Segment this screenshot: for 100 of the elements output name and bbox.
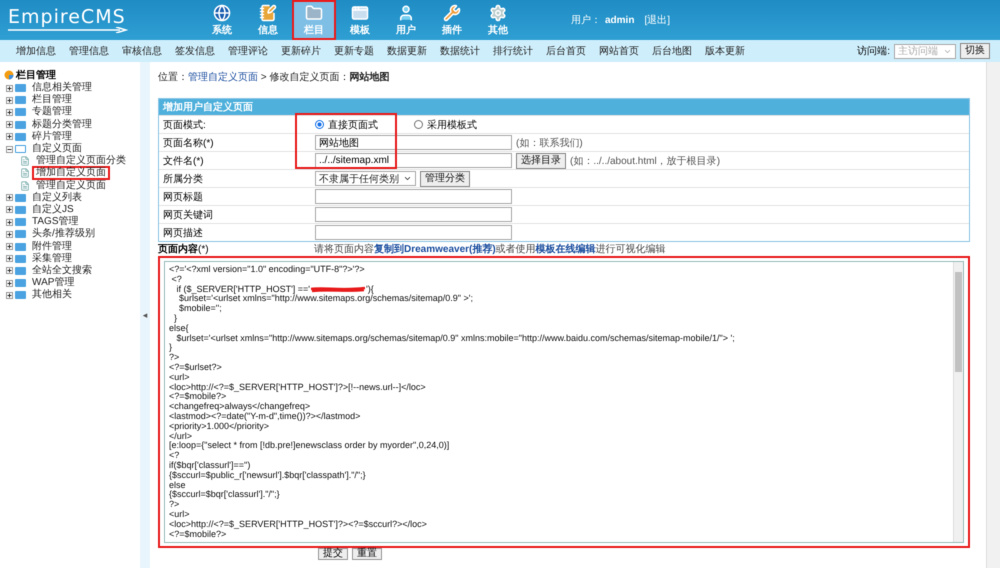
expand-icon[interactable] xyxy=(6,108,13,116)
page-icon xyxy=(20,180,30,191)
page-icon xyxy=(20,168,30,178)
tree-item[interactable]: 管理自定义页面 xyxy=(32,178,110,193)
toolbar-link[interactable]: 增加信息 xyxy=(16,44,56,58)
folder-icon xyxy=(15,132,26,141)
code-line: ?> xyxy=(169,352,180,362)
code-line: [e:loop={"select * from [!db.pre!]enewsclass order by myorder",0,24,0)] xyxy=(169,440,450,450)
tree-item[interactable]: 自定义列表 xyxy=(28,190,86,205)
expand-icon[interactable] xyxy=(6,292,13,299)
code-line: <?='<?xml version="1.0" encoding="UTF-8"?>'?> xyxy=(169,264,365,274)
radio-button[interactable] xyxy=(414,120,423,129)
expand-icon[interactable] xyxy=(6,121,13,128)
redaction-scribble-icon xyxy=(310,285,366,294)
form-title: 增加用户自定义页面 xyxy=(159,99,969,115)
code-line: if ($_SERVER['HTTP_HOST'] ==' xyxy=(176,284,310,294)
tree-item[interactable]: 附件管理 xyxy=(28,240,76,254)
code-line: $urlset='<urlset xmlns="http://www.sitemaps.org/schemas/sitemap/0.9" xmlns:mobile="http://www.baidu.com/schemas/sitemap-mobile/1/"> '; xyxy=(176,332,735,343)
text-field[interactable]: ../../sitemap.xml xyxy=(315,153,512,168)
dropdown-icon xyxy=(403,174,412,183)
toolbar-link[interactable]: 更新碎片 xyxy=(281,44,321,58)
expand-icon[interactable] xyxy=(6,230,13,238)
choose-button[interactable]: 选择目录 xyxy=(516,152,566,168)
field-label: 页面模式: xyxy=(163,118,206,132)
breadcrumb-text: > 修改自定义页面： xyxy=(260,70,350,84)
text-field[interactable]: 网站地图 xyxy=(315,135,512,150)
tree-item[interactable]: 碎片管理 xyxy=(28,130,76,144)
toolbar-link[interactable]: 管理信息 xyxy=(69,44,109,58)
folder-color-icon xyxy=(4,70,14,80)
switch-button[interactable]: 切换 xyxy=(960,43,990,59)
expand-icon[interactable] xyxy=(6,206,13,214)
expand-icon[interactable] xyxy=(6,133,13,140)
category-select[interactable]: 不隶属于任何类别 xyxy=(315,171,416,186)
tree-item[interactable]: 栏目管理 xyxy=(28,93,76,108)
breadcrumb-link[interactable]: 管理自定义页面 xyxy=(188,70,258,84)
logo-text: EmpireCMS xyxy=(8,7,127,27)
toolbar-link[interactable]: 签发信息 xyxy=(175,44,215,58)
field-label: 网页标题 xyxy=(163,190,203,204)
tree-item[interactable]: 增加自定义页面 xyxy=(32,166,110,180)
sidebar-splitter[interactable]: ◂ xyxy=(140,62,150,568)
globe-icon xyxy=(213,4,231,22)
expand-icon[interactable] xyxy=(6,267,13,274)
form-button[interactable]: 重置 xyxy=(352,548,382,560)
tree-item[interactable]: 专题管理 xyxy=(28,105,76,120)
field-label: 网页关键词 xyxy=(163,208,213,222)
toolbar-link[interactable]: 更新专题 xyxy=(334,44,374,58)
toolbar-link[interactable]: 排行统计 xyxy=(493,44,533,58)
text-field[interactable] xyxy=(315,207,512,222)
tree-item[interactable]: 头条/推荐级别 xyxy=(28,227,99,242)
manage-button[interactable]: 管理分类 xyxy=(420,170,470,186)
radio-label: 直接页面式 xyxy=(328,118,378,132)
collapse-arrow[interactable]: ◂ xyxy=(142,310,148,320)
toolbar-link[interactable]: 数据更新 xyxy=(387,44,427,58)
expand-icon[interactable] xyxy=(6,84,13,92)
tree-item[interactable]: 自定义JS xyxy=(28,202,78,217)
wrench-icon xyxy=(443,4,461,22)
expand-icon[interactable] xyxy=(6,194,13,202)
code-line: <loc>http://<?=$_SERVER['HTTP_HOST']?><?=$sccurl?></loc> xyxy=(169,518,427,529)
page-scrollbar[interactable] xyxy=(986,62,1000,568)
toolbar-link[interactable]: 管理评论 xyxy=(228,44,268,58)
field-label: 页面名称(*) xyxy=(163,136,214,150)
text-field[interactable] xyxy=(315,189,512,204)
code-line: <url> xyxy=(169,508,190,519)
tree-item[interactable]: 其他相关 xyxy=(28,288,76,302)
code-line: <? xyxy=(170,274,182,284)
toolbar-link[interactable]: 后台首页 xyxy=(546,44,586,58)
text-field[interactable] xyxy=(315,225,512,240)
note-link[interactable]: 模板在线编辑 xyxy=(536,244,596,255)
expand-icon[interactable] xyxy=(6,243,13,250)
toolbar-link[interactable]: 版本更新 xyxy=(705,44,745,58)
tree-item[interactable]: 采集管理 xyxy=(28,252,76,266)
scrollbar[interactable] xyxy=(953,262,963,542)
folder-icon xyxy=(15,206,26,214)
tree-item[interactable]: 全站全文搜索 xyxy=(28,264,96,278)
tree-item[interactable]: 标题分类管理 xyxy=(28,118,96,132)
note-text: 进行可视化编辑 xyxy=(596,244,666,255)
note-link[interactable]: 复制到Dreamweaver(推荐) xyxy=(374,244,496,255)
expand-icon[interactable] xyxy=(6,255,13,262)
toolbar-link[interactable]: 后台地图 xyxy=(652,44,692,58)
code-line: </url> xyxy=(169,430,192,441)
expand-icon[interactable] xyxy=(6,218,13,226)
window-icon xyxy=(351,4,369,22)
note-text: 请将页面内容 xyxy=(314,244,374,255)
field-label: 所属分类 xyxy=(163,172,203,186)
access-label: 访问端: xyxy=(857,44,890,58)
toolbar-link[interactable]: 数据统计 xyxy=(440,44,480,58)
code-line: $mobile=''; xyxy=(178,303,222,314)
toolbar-link[interactable]: 审核信息 xyxy=(122,44,162,58)
folder-icon xyxy=(15,291,26,300)
expand-icon[interactable] xyxy=(6,280,13,287)
field-label: 页面内容(*) xyxy=(158,242,210,256)
collapse-icon[interactable] xyxy=(6,146,13,153)
toolbar-link[interactable]: 网站首页 xyxy=(599,44,639,58)
expand-icon[interactable] xyxy=(6,96,13,104)
breadcrumb-label: 位置： xyxy=(158,70,188,84)
sidebar-title: 栏目管理 xyxy=(16,68,56,82)
radio-button[interactable] xyxy=(315,120,324,129)
form-button[interactable]: 提交 xyxy=(318,548,348,560)
code-line: if($bqr['classurl']=='') xyxy=(169,460,250,470)
folder-icon xyxy=(15,145,26,154)
